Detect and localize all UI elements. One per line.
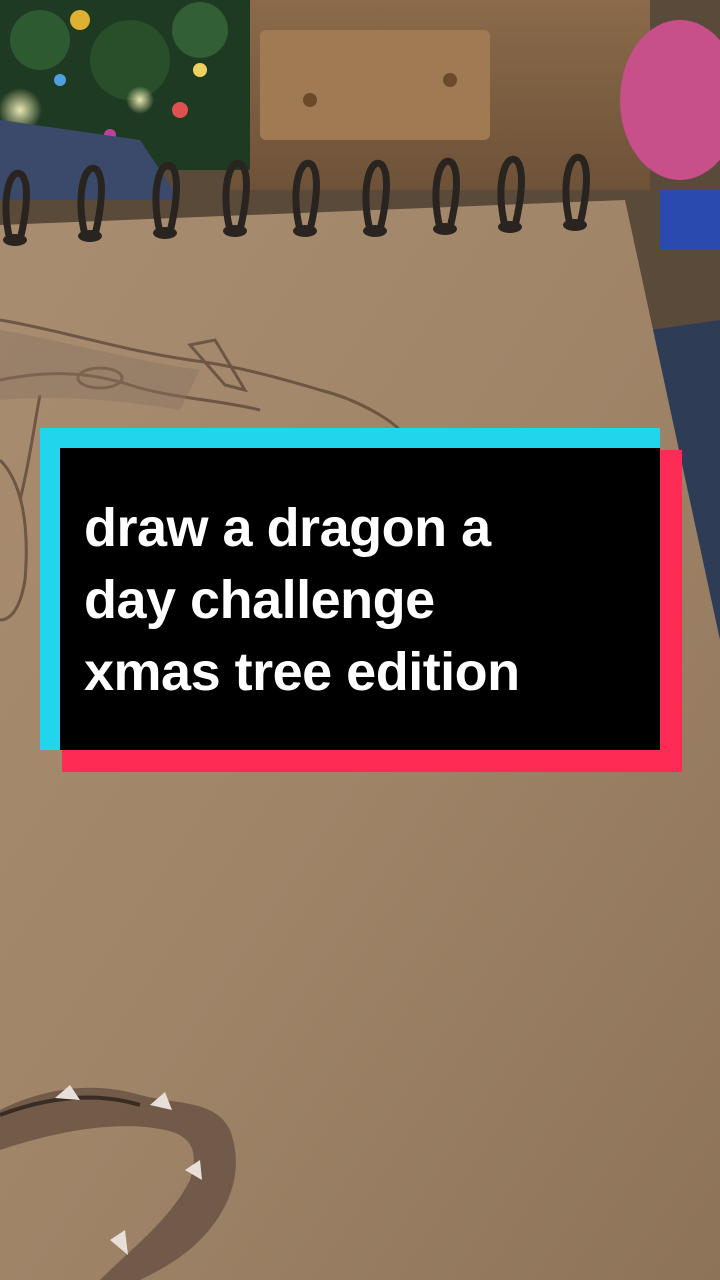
caption-line-3: xmas tree edition [84, 642, 520, 702]
caption-line-2: day challenge [84, 570, 435, 630]
caption-box: draw a dragon a day challenge xmas tree … [60, 448, 660, 750]
caption-line-1: draw a dragon a [84, 498, 491, 558]
video-frame: draw a dragon a day challenge xmas tree … [0, 0, 720, 1280]
caption-overlay: draw a dragon a day challenge xmas tree … [40, 428, 682, 772]
